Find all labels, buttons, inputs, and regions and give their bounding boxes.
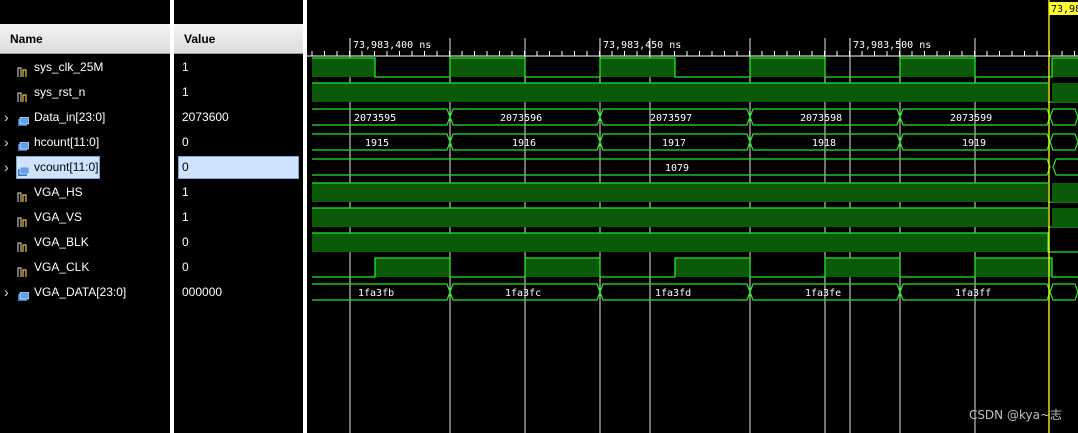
signal-icon [17, 237, 29, 252]
signal-icon [17, 87, 29, 102]
high-fill [1052, 58, 1078, 77]
signal-name: sys_rst_n [34, 85, 86, 99]
high-fill [825, 258, 900, 277]
bus-icon [17, 287, 30, 301]
signal-icon [17, 262, 29, 277]
signal-name: VGA_VS [34, 210, 83, 224]
expand-arrow-icon[interactable]: › [4, 280, 9, 305]
signal-name: sys_clk_25M [34, 60, 104, 74]
signal-row[interactable]: VGA_VS [0, 205, 170, 230]
bus-value: 1fa3fc [505, 288, 541, 299]
signal-value: 1 [182, 85, 189, 99]
signal-value: 0 [182, 160, 189, 174]
bus-trace [312, 158, 1078, 176]
watermark: CSDN @kya~志 [968, 408, 1062, 422]
expand-arrow-icon[interactable]: › [4, 130, 9, 155]
signal-value: 2073600 [182, 110, 229, 124]
name-header-spacer [0, 0, 170, 24]
signal-row[interactable]: › VGA_DATA[23:0] [0, 280, 170, 305]
high-fill [1052, 208, 1078, 227]
high-fill [312, 58, 375, 77]
cursor-label: 73,98 [1051, 4, 1078, 15]
signal-icon [17, 62, 29, 77]
signal-value-row[interactable]: 0 [174, 255, 303, 280]
high-fill [600, 58, 675, 77]
high-fill [312, 233, 1048, 252]
signal-value: 000000 [182, 285, 223, 299]
signal-name: VGA_HS [34, 185, 83, 199]
signal-value-row[interactable]: 0 [0, 155, 299, 180]
bus-value: 1915 [365, 138, 389, 149]
high-fill [312, 183, 1048, 202]
signal-row[interactable]: VGA_HS [0, 180, 170, 205]
bus-value: 1fa3fe [805, 288, 841, 299]
high-fill [675, 258, 750, 277]
signal-value-row[interactable]: 0 [174, 130, 303, 155]
high-fill [1052, 83, 1078, 102]
value-column-header[interactable]: Value [174, 24, 303, 54]
bus-value: 1918 [812, 138, 836, 149]
signal-row[interactable]: › hcount[11:0] [0, 130, 170, 155]
expand-arrow-icon[interactable]: › [4, 105, 9, 130]
signal-icon [17, 187, 29, 202]
bus-value: 1917 [662, 138, 686, 149]
high-fill [450, 58, 525, 77]
bus-value: 1fa3ff [955, 288, 991, 299]
bus-value: 2073597 [650, 113, 692, 124]
signal-value-row[interactable]: 1 [174, 205, 303, 230]
signal-value-row[interactable]: 1 [174, 55, 303, 80]
signal-value: 1 [182, 185, 189, 199]
timeline-label: 73,983,450 ns [603, 40, 681, 51]
high-fill [975, 258, 1052, 277]
high-fill [750, 58, 825, 77]
signal-name: hcount[11:0] [34, 135, 100, 149]
high-fill [1052, 183, 1078, 202]
signal-row[interactable]: › Data_in[23:0] [0, 105, 170, 130]
signal-name: VGA_CLK [34, 260, 90, 274]
bus-value: 1079 [665, 163, 689, 174]
bus-value: 2073598 [800, 113, 842, 124]
signal-value: 1 [182, 210, 189, 224]
signal-value: 0 [182, 260, 189, 274]
signal-value: 1 [182, 60, 189, 74]
timeline-label: 73,983,500 ns [853, 40, 931, 51]
signal-row[interactable]: VGA_CLK [0, 255, 170, 280]
value-header-spacer [174, 0, 303, 24]
high-fill [525, 258, 600, 277]
high-fill [375, 258, 450, 277]
name-column: Name sys_clk_25M sys_rst_n › Data_in[23:0] ›… [0, 0, 170, 433]
bus-icon [17, 112, 30, 126]
bus-value: 1919 [962, 138, 986, 149]
signal-value-row[interactable]: 000000 [174, 280, 303, 305]
name-column-header[interactable]: Name [0, 24, 170, 54]
signal-name: Data_in[23:0] [34, 110, 106, 124]
signal-value-row[interactable]: 1 [174, 180, 303, 205]
signal-row[interactable]: sys_clk_25M [0, 55, 170, 80]
signal-icon [17, 212, 29, 227]
high-fill [900, 58, 975, 77]
signal-value-row[interactable]: 1 [174, 80, 303, 105]
bus-value: 2073599 [950, 113, 992, 124]
high-fill [312, 208, 1048, 227]
signal-name: VGA_DATA[23:0] [34, 285, 127, 299]
signal-name: VGA_BLK [34, 235, 89, 249]
signal-row[interactable]: VGA_BLK [0, 230, 170, 255]
waveform-canvas[interactable]: 73,983,400 ns 73,983,450 ns 73,983,500 ns 2… [307, 0, 1078, 433]
bus-value: 1916 [512, 138, 536, 149]
bus-value: 2073596 [500, 113, 542, 124]
bus-value: 1fa3fd [655, 288, 691, 299]
timeline-label: 73,983,400 ns [353, 40, 431, 51]
bus-value: 2073595 [354, 113, 396, 124]
bus-value: 1fa3fb [358, 288, 394, 299]
selected-value-box [178, 156, 299, 179]
signal-value-row[interactable]: 0 [174, 230, 303, 255]
high-fill [312, 83, 1048, 102]
bus-icon [17, 137, 30, 151]
signal-value-row[interactable]: 2073600 [174, 105, 303, 130]
signal-value: 0 [182, 235, 189, 249]
signal-row[interactable]: sys_rst_n [0, 80, 170, 105]
signal-value: 0 [182, 135, 189, 149]
